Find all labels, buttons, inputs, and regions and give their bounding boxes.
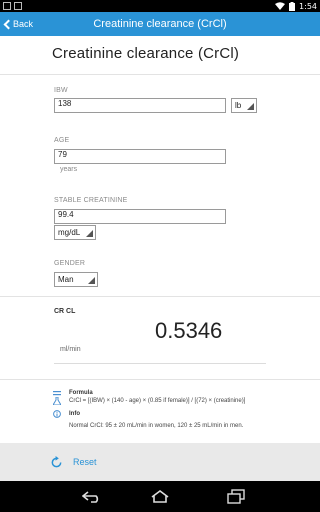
dropdown-triangle-icon — [88, 277, 95, 284]
gender-select[interactable]: Man — [54, 272, 98, 287]
result-underline — [54, 363, 266, 364]
ibw-field[interactable]: 138 — [54, 98, 226, 113]
ibw-value: 138 — [58, 99, 72, 108]
title-divider — [0, 74, 320, 75]
gender-value: Man — [58, 275, 74, 284]
info-icon — [53, 410, 61, 418]
status-bar: 1:54 — [0, 0, 320, 12]
result-label: CR CL — [54, 308, 76, 315]
back-button-label: Back — [13, 19, 34, 29]
image-notification-icon — [14, 2, 22, 10]
reset-button-label: Reset — [73, 457, 97, 467]
ibw-unit-value: lb — [235, 101, 242, 110]
refresh-icon — [51, 455, 62, 467]
navigation-bar — [0, 481, 320, 512]
creatinine-field[interactable]: 99.4 — [54, 209, 226, 224]
fields-divider — [0, 296, 320, 297]
ibw-unit-select[interactable]: lb — [231, 98, 257, 113]
page-title: Creatinine clearance (CrCl) — [52, 45, 240, 62]
info-text: Normal CrCl: 95 ± 20 mL/min in women, 12… — [69, 423, 244, 429]
gender-label: GENDER — [54, 260, 86, 267]
reset-bar: Reset — [0, 443, 320, 481]
wifi-icon — [275, 2, 286, 10]
status-clock: 1:54 — [299, 1, 317, 11]
dropdown-triangle-icon — [86, 230, 93, 237]
result-divider — [0, 379, 320, 380]
home-nav-icon[interactable] — [150, 489, 170, 504]
action-bar-title: Creatinine clearance (CrCl) — [93, 18, 227, 30]
dropdown-triangle-icon — [247, 103, 254, 110]
back-button[interactable]: Back — [0, 12, 40, 36]
flask-icon — [53, 397, 61, 405]
ibw-label: IBW — [54, 87, 68, 94]
formula-text: CrCl = [(IBW) × (140 - age) × (0.85 if f… — [69, 398, 246, 404]
formula-title: Formula — [69, 390, 93, 396]
creatinine-unit-select[interactable]: mg/dL — [54, 225, 96, 240]
age-unit-hint: years — [60, 166, 78, 173]
reset-button[interactable]: Reset — [50, 454, 97, 470]
chevron-left-icon — [3, 19, 14, 29]
recent-apps-icon[interactable] — [226, 489, 246, 504]
creatinine-unit-value: mg/dL — [58, 228, 81, 237]
back-nav-icon[interactable] — [82, 489, 102, 504]
age-label: AGE — [54, 137, 70, 144]
creatinine-value: 99.4 — [58, 210, 74, 219]
screenshot-notification-icon — [3, 2, 11, 10]
result-unit: ml/min — [60, 346, 81, 353]
age-value: 79 — [58, 150, 67, 159]
info-title: Info — [69, 411, 80, 417]
battery-icon — [289, 1, 296, 11]
creatinine-label: STABLE CREATININE — [54, 197, 128, 204]
age-field[interactable]: 79 — [54, 149, 226, 164]
result-value: 0.5346 — [155, 318, 223, 343]
action-bar: Creatinine clearance (CrCl) Back — [0, 12, 320, 36]
